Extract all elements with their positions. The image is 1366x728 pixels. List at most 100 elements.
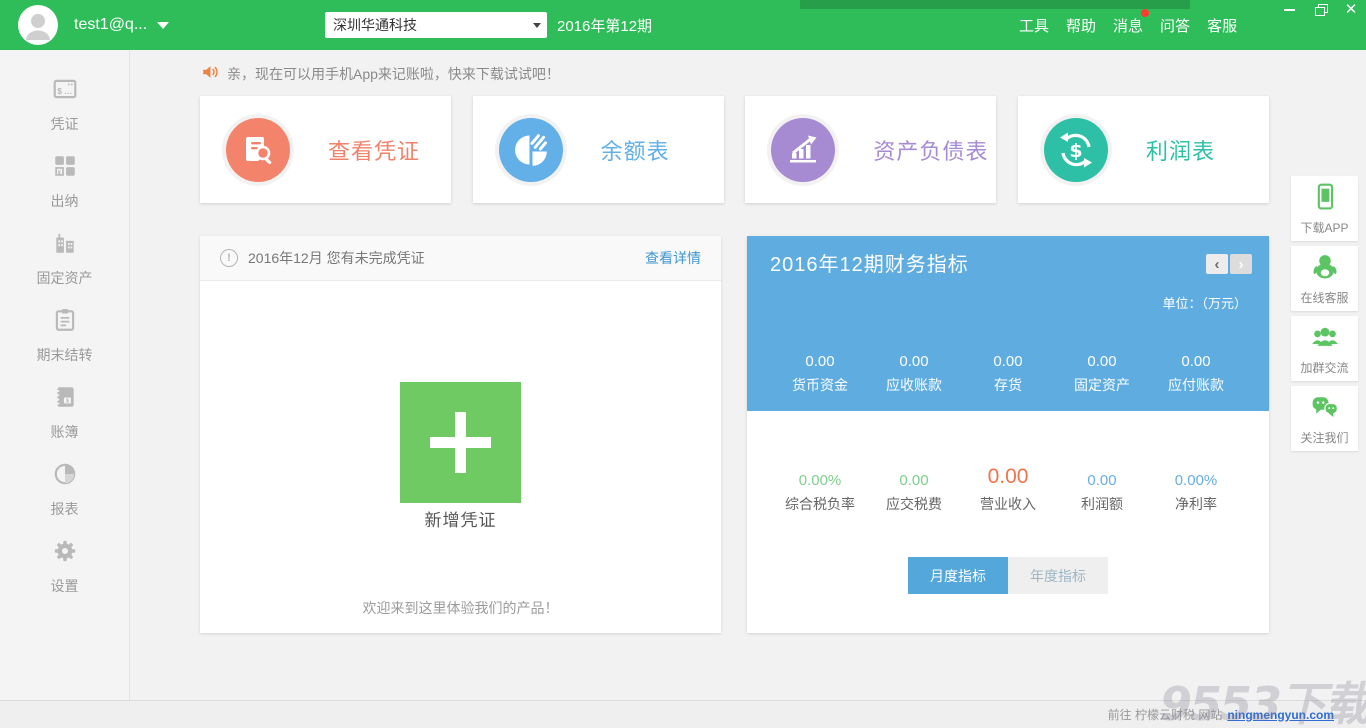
notification-badge (1141, 9, 1149, 17)
stat-tax-payable: 0.00应交税费 (867, 463, 961, 514)
stat-net-profit-rate: 0.00%净利率 (1149, 463, 1243, 514)
period-end-icon (52, 307, 78, 338)
minimize-icon[interactable] (1282, 3, 1298, 17)
group-chat-widget[interactable]: 加群交流 (1291, 316, 1358, 381)
app-promo-notice: 亲，现在可以用手机App来记账啦，快来下载试试吧！ (201, 63, 560, 84)
add-voucher-label: 新增凭证 (200, 506, 721, 531)
add-voucher-button[interactable] (400, 382, 521, 503)
voucher-panel-header: ! 2016年12月 您有未完成凭证 查看详情 (200, 236, 721, 281)
sidebar-item-settings[interactable]: 设置 (0, 528, 129, 605)
indicator-blue-section: 2016年12期财务指标 ‹ › 单位：（万元） 0.00货币资金 0.00应收… (747, 236, 1269, 411)
voucher-icon: $ … (52, 76, 78, 107)
select-caret-icon (533, 23, 541, 28)
sidebar-item-period-end[interactable]: 期末结转 (0, 297, 129, 374)
sidebar-item-cashier[interactable]: ¥ 出纳 (0, 143, 129, 220)
company-select[interactable]: 深圳华通科技 (325, 12, 547, 38)
menu-tools[interactable]: 工具 (1018, 11, 1050, 40)
view-details-link[interactable]: 查看详情 (645, 248, 701, 268)
balance-table-card[interactable]: 余额表 (473, 96, 724, 203)
menu-help[interactable]: 帮助 (1065, 11, 1097, 40)
top-header-bar: test1@q... 深圳华通科技 2016年第12期 工具 帮助 消息 问答 … (0, 0, 1366, 50)
group-chat-icon people-icon (1310, 322, 1340, 357)
chevron-down-icon (157, 22, 169, 29)
menu-messages[interactable]: 消息 (1112, 11, 1144, 40)
view-voucher-card[interactable]: 查看凭证 (200, 96, 451, 203)
cashier-icon: ¥ (52, 153, 78, 184)
sidebar-item-voucher[interactable]: $ … 凭证 (0, 66, 129, 143)
download-app-icon phone-icon (1310, 182, 1340, 217)
qq-service-icon (1310, 252, 1340, 287)
prev-period-button chevron-left-icon[interactable]: ‹ (1206, 254, 1228, 274)
company-select-value: 深圳华通科技 (333, 15, 417, 35)
tab-monthly-indicators[interactable]: 月度指标 (908, 557, 1008, 594)
user-icon (18, 32, 58, 45)
speaker-icon (201, 63, 219, 84)
account-menu[interactable]: test1@q... (74, 0, 169, 50)
voucher-notice-text: 2016年12月 您有未完成凭证 (248, 248, 425, 268)
sidebar: $ … 凭证 ¥ 出纳 固定资产 期末结转 $ 账簿 报表 设置 (0, 50, 130, 700)
stat-profit: 0.00利润额 (1055, 463, 1149, 514)
online-service-widget[interactable]: 在线客服 (1291, 246, 1358, 311)
sidebar-item-ledger[interactable]: $ 账簿 (0, 374, 129, 451)
follow-us-widget[interactable]: 关注我们 (1291, 386, 1358, 451)
wechat-follow-icon chat-bubbles-icon (1310, 392, 1340, 427)
widget-label: 加群交流 (1300, 359, 1348, 376)
stat-accounts-receivable: 0.00应收账款 (867, 353, 961, 395)
sidebar-item-label: 设置 (51, 576, 79, 596)
financial-indicator-panel: 2016年12期财务指标 ‹ › 单位：（万元） 0.00货币资金 0.00应收… (747, 236, 1269, 633)
card-label: 利润表 (1146, 134, 1215, 166)
menu-qa[interactable]: 问答 (1159, 11, 1191, 40)
balance-sheet-icon (771, 118, 835, 182)
widget-label: 在线客服 (1300, 289, 1348, 306)
svg-text:$: $ (1069, 140, 1082, 162)
view-voucher-icon (226, 118, 290, 182)
notice-text: 亲，现在可以用手机App来记账啦，快来下载试试吧！ (227, 64, 560, 84)
stat-inventory: 0.00存货 (961, 353, 1055, 395)
stat-accounts-payable: 0.00应付账款 (1149, 353, 1243, 395)
menu-messages-label: 消息 (1113, 18, 1143, 35)
sidebar-item-fixed-assets[interactable]: 固定资产 (0, 220, 129, 297)
widget-label: 关注我们 (1300, 429, 1348, 446)
period-pager: ‹ › (1206, 254, 1252, 274)
widget-label: 下载APP (1300, 219, 1348, 236)
side-widget-strip: 下载APP 在线客服 加群交流 关注我们 (1291, 176, 1358, 456)
info-icon: ! (220, 249, 238, 267)
reports-icon (52, 461, 78, 492)
card-label: 余额表 (601, 134, 670, 166)
tab-annual-indicators[interactable]: 年度指标 (1008, 557, 1108, 594)
profit-table-card[interactable]: $ 利润表 (1018, 96, 1269, 203)
footer-bar: 前往 柠檬云财税 网站 ningmengyun.com (0, 700, 1366, 728)
unit-label: 单位：（万元） (1162, 293, 1247, 312)
top-menu: 工具 帮助 消息 问答 客服 (1018, 0, 1238, 50)
white-stats-row: 0.00%综合税负率 0.00应交税费 0.00营业收入 0.00利润额 0.0… (747, 463, 1269, 514)
next-period-button chevron-right-icon[interactable]: › (1230, 254, 1252, 274)
period-label: 2016年第12期 (557, 0, 652, 50)
welcome-text: 欢迎来到这里体验我们的产品！ (200, 598, 721, 618)
footer-text: 前往 柠檬云财税 网站 (1108, 706, 1223, 723)
balance-table-icon (499, 118, 563, 182)
blue-stats-row: 0.00货币资金 0.00应收账款 0.00存货 0.00固定资产 0.00应付… (747, 353, 1269, 395)
profit-table-icon: $ (1044, 118, 1108, 182)
sidebar-item-label: 报表 (51, 499, 79, 519)
voucher-panel: ! 2016年12月 您有未完成凭证 查看详情 新增凭证 欢迎来到这里体验我们的… (200, 236, 721, 633)
stat-tax-burden-rate: 0.00%综合税负率 (773, 463, 867, 514)
sidebar-item-label: 出纳 (51, 191, 79, 211)
svg-text:$: $ (65, 398, 68, 404)
fixed-assets-icon (52, 230, 78, 261)
ledger-icon: $ (52, 384, 78, 415)
download-app-widget[interactable]: 下载APP (1291, 176, 1358, 241)
site-link[interactable]: ningmengyun.com (1227, 708, 1334, 722)
stat-operating-revenue: 0.00营业收入 (961, 463, 1055, 514)
account-label: test1@q... (74, 16, 147, 34)
close-icon[interactable]: ✕ (1344, 3, 1358, 17)
menu-support[interactable]: 客服 (1206, 11, 1238, 40)
card-label: 查看凭证 (328, 134, 420, 166)
avatar[interactable] (18, 5, 58, 45)
sidebar-item-reports[interactable]: 报表 (0, 451, 129, 528)
restore-icon[interactable] (1313, 3, 1329, 17)
indicator-tabs: 月度指标 年度指标 (747, 557, 1269, 594)
stat-monetary-funds: 0.00货币资金 (773, 353, 867, 395)
balance-sheet-card[interactable]: 资产负债表 (745, 96, 996, 203)
sidebar-item-label: 凭证 (51, 114, 79, 134)
sidebar-item-label: 期末结转 (37, 345, 93, 365)
